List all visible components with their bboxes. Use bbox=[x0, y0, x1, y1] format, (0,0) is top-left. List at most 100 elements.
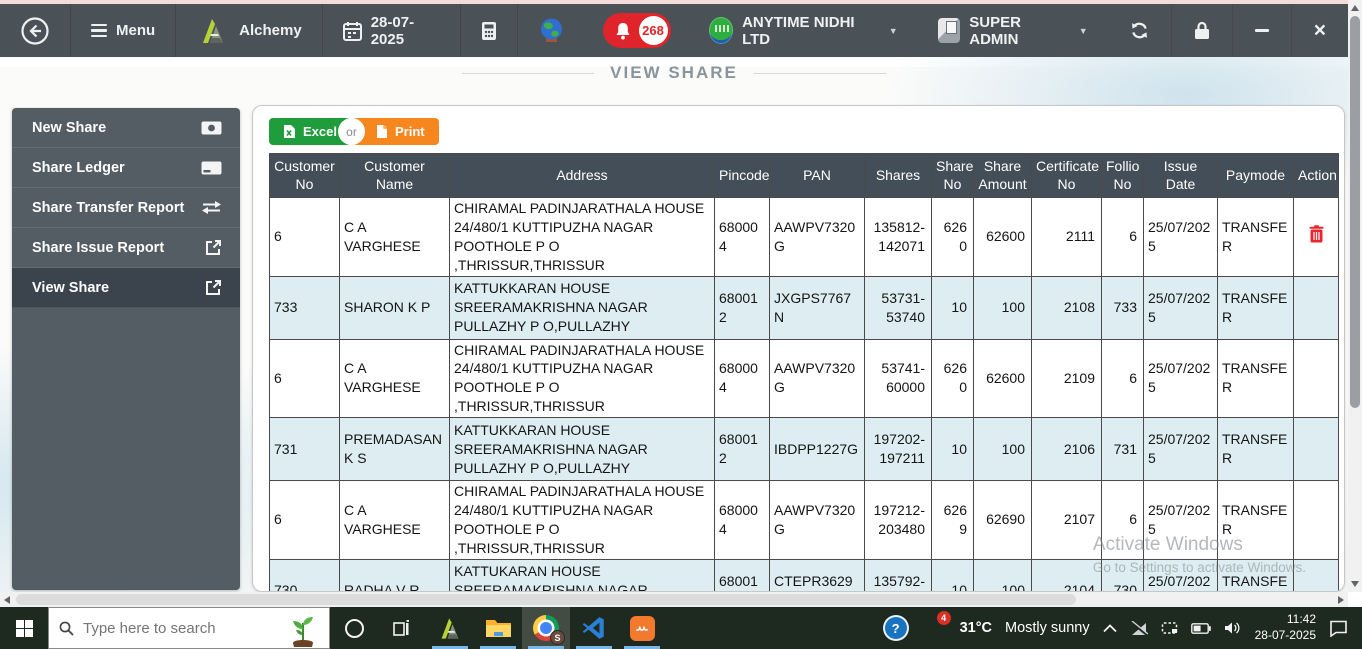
taskbar-app-alchemy[interactable] bbox=[426, 607, 474, 649]
user-name: SUPER ADMIN bbox=[969, 14, 1064, 48]
cell-share-amount: 100 bbox=[974, 418, 1032, 481]
vertical-scrollbar[interactable] bbox=[1348, 0, 1362, 592]
chevron-down-icon: ▼ bbox=[1079, 26, 1088, 36]
cell-share-no: 10 bbox=[932, 418, 974, 481]
back-button[interactable] bbox=[0, 4, 71, 57]
weather-button[interactable]: 4 bbox=[920, 615, 947, 642]
taskbar-clock[interactable]: 11:42 28-07-2025 bbox=[1255, 612, 1316, 643]
cell-pincode: 680004 bbox=[715, 198, 770, 277]
cell-address: KATTUKARAN HOUSE SREERAMAKRISHNA NAGAR P… bbox=[450, 559, 715, 592]
taskbar-app-vscode[interactable] bbox=[570, 607, 618, 649]
cell-paymode: TRANSFER bbox=[1218, 339, 1294, 418]
minimize-button[interactable] bbox=[1233, 4, 1292, 57]
share-table: Customer NoCustomer NameAddressPincodePA… bbox=[269, 153, 1339, 592]
cell-address: CHIRAMAL PADINJARATHALA HOUSE 24/480/1 K… bbox=[450, 198, 715, 277]
column-header-pincode: Pincode bbox=[715, 154, 770, 198]
tray-chevron-up-icon[interactable] bbox=[1103, 624, 1117, 633]
windows-taskbar: S ꕀ ? 4 31°C Mostly sunny bbox=[0, 607, 1362, 649]
banknote-icon bbox=[201, 121, 222, 135]
notifications-button[interactable]: 268 bbox=[603, 13, 671, 48]
vertical-scrollbar-thumb[interactable] bbox=[1350, 16, 1360, 408]
cell-address: KATTUKKARAN HOUSE SREERAMAKRISHNA NAGAR … bbox=[450, 276, 715, 339]
cell-shares: 53741-60000 bbox=[865, 339, 932, 418]
battery-icon[interactable] bbox=[1191, 623, 1211, 634]
cell-shares: 197212-203480 bbox=[865, 481, 932, 560]
taskbar-search[interactable] bbox=[48, 607, 330, 649]
refresh-button[interactable] bbox=[1108, 4, 1172, 57]
sidebar-item-share-issue-report[interactable]: Share Issue Report bbox=[12, 228, 240, 268]
cell-share-amount: 62600 bbox=[974, 339, 1032, 418]
cell-share-no: 6260 bbox=[932, 339, 974, 418]
scroll-up-arrow-icon[interactable] bbox=[1351, 5, 1359, 11]
column-header-paymode: Paymode bbox=[1218, 154, 1294, 198]
horizontal-scrollbar-thumb[interactable] bbox=[16, 594, 1076, 605]
temperature[interactable]: 31°C bbox=[960, 620, 992, 636]
start-button[interactable] bbox=[0, 607, 48, 649]
brand[interactable]: Alchemy bbox=[176, 4, 323, 57]
horizontal-scrollbar[interactable] bbox=[0, 592, 1348, 607]
cell-pincode: 680004 bbox=[715, 339, 770, 418]
cell-action bbox=[1294, 198, 1339, 277]
transfer-arrows-icon bbox=[201, 200, 222, 215]
taskbar-app-chrome[interactable]: S bbox=[522, 607, 570, 649]
screen-cast-icon[interactable] bbox=[1161, 621, 1178, 636]
column-header-customer-no: Customer No bbox=[270, 154, 340, 198]
cell-paymode: TRANSFER bbox=[1218, 418, 1294, 481]
vscode-icon bbox=[581, 615, 607, 641]
scroll-left-arrow-icon[interactable] bbox=[4, 596, 10, 604]
cell-certificate-no: 2111 bbox=[1032, 198, 1102, 277]
column-header-share-amount: Share Amount bbox=[974, 154, 1032, 198]
help-icon[interactable]: ? bbox=[885, 617, 907, 639]
weather-alert-badge: 4 bbox=[937, 611, 951, 625]
credit-card-icon bbox=[201, 161, 222, 175]
close-button[interactable]: × bbox=[1292, 4, 1348, 57]
calculator-button[interactable] bbox=[461, 4, 518, 57]
user-menu[interactable]: SUPER ADMIN ▼ bbox=[918, 4, 1108, 57]
column-header-customer-name: Customer Name bbox=[340, 154, 450, 198]
cell-action bbox=[1294, 339, 1339, 418]
cell-action bbox=[1294, 481, 1339, 560]
company-selector[interactable]: ANYTIME NIDHI LTD ▼ bbox=[689, 4, 918, 57]
sidebar-item-label: Share Transfer Report bbox=[32, 200, 184, 216]
cell-address: CHIRAMAL PADINJARATHALA HOUSE 24/480/1 K… bbox=[450, 339, 715, 418]
close-icon: × bbox=[1314, 20, 1326, 41]
cell-share-no: 10 bbox=[932, 559, 974, 592]
back-arrow-icon bbox=[20, 16, 50, 46]
page-background: VIEW SHARE New ShareShare LedgerShare Tr… bbox=[0, 57, 1348, 592]
taskbar-app-explorer[interactable] bbox=[474, 607, 522, 649]
notification-count-badge: 268 bbox=[639, 16, 668, 45]
cell-issue-date: 25/07/2025 bbox=[1144, 559, 1218, 592]
scroll-right-arrow-icon[interactable] bbox=[1338, 596, 1344, 604]
title-rule-right bbox=[754, 73, 886, 74]
sidebar-item-new-share[interactable]: New Share bbox=[12, 108, 240, 148]
calculator-icon bbox=[481, 21, 497, 41]
network-disabled-icon[interactable] bbox=[1130, 621, 1148, 636]
scroll-down-arrow-icon[interactable] bbox=[1351, 581, 1359, 587]
table-row: 6C A VARGHESECHIRAMAL PADINJARATHALA HOU… bbox=[270, 339, 1339, 418]
speaker-icon[interactable] bbox=[1224, 621, 1242, 635]
external-link-icon bbox=[205, 279, 222, 296]
cell-pan: JXGPS7767N bbox=[770, 276, 865, 339]
menu-button[interactable]: Menu bbox=[71, 4, 176, 57]
sidebar-item-view-share[interactable]: View Share bbox=[12, 268, 240, 308]
cortana-button[interactable] bbox=[330, 607, 378, 649]
date-display[interactable]: 28-07-2025 bbox=[323, 4, 461, 57]
delete-row-button[interactable] bbox=[1309, 225, 1324, 243]
globe-button[interactable] bbox=[518, 4, 585, 57]
action-center-icon[interactable] bbox=[1329, 620, 1348, 637]
task-view-button[interactable] bbox=[378, 607, 426, 649]
cell-certificate-no: 2109 bbox=[1032, 339, 1102, 418]
cortana-icon bbox=[345, 619, 364, 638]
search-input[interactable] bbox=[83, 620, 263, 637]
sidebar-item-share-ledger[interactable]: Share Ledger bbox=[12, 148, 240, 188]
content-panel: Excel or Print Customer NoCustomer NameA… bbox=[252, 105, 1345, 592]
cell-share-amount: 100 bbox=[974, 559, 1032, 592]
weather-condition[interactable]: Mostly sunny bbox=[1005, 620, 1090, 636]
taskbar-app-xampp[interactable]: ꕀ bbox=[618, 607, 666, 649]
lock-button[interactable] bbox=[1172, 4, 1233, 57]
sidebar-item-share-transfer-report[interactable]: Share Transfer Report bbox=[12, 188, 240, 228]
cell-pincode: 680012 bbox=[715, 418, 770, 481]
sidebar-item-label: View Share bbox=[32, 280, 109, 296]
cell-customer-no: 6 bbox=[270, 198, 340, 277]
cell-follio-no: 6 bbox=[1102, 198, 1144, 277]
